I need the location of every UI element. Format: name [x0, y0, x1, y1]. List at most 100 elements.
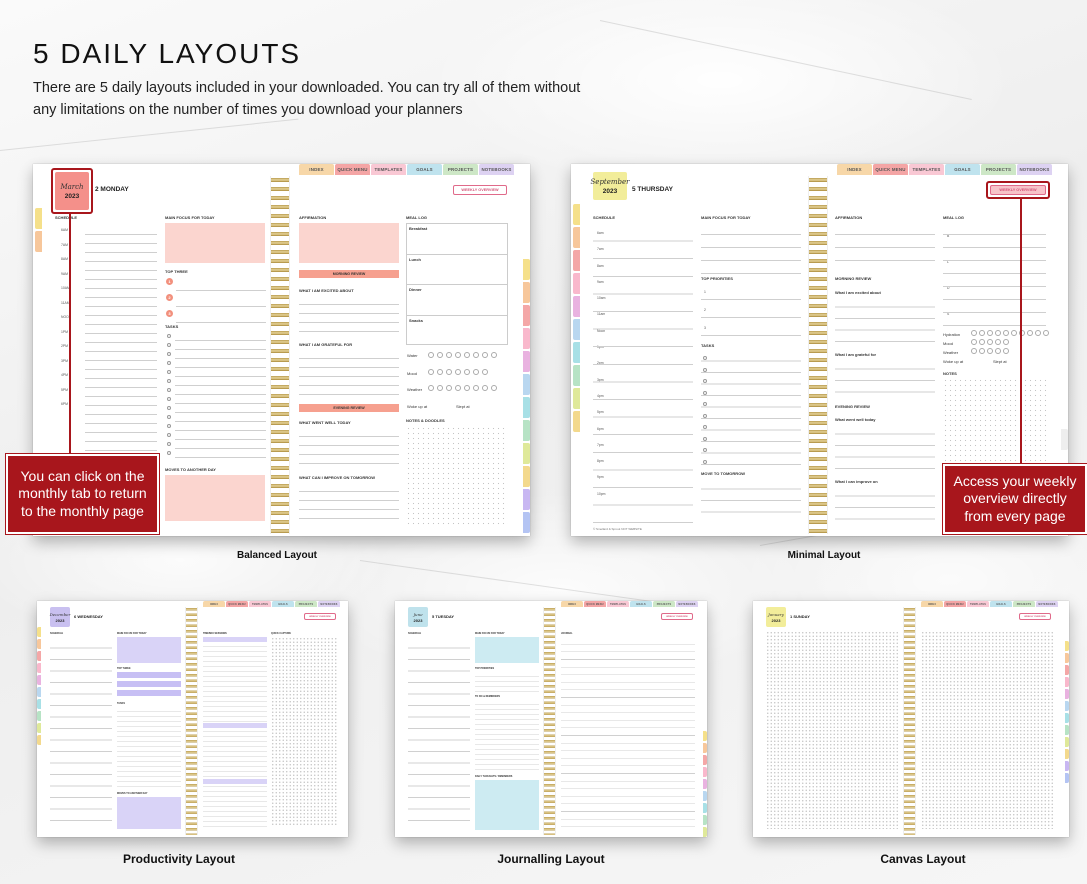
main-focus-box[interactable] — [165, 223, 265, 263]
month-tab[interactable] — [35, 231, 42, 252]
task-checkbox[interactable] — [167, 415, 171, 419]
month-tab[interactable] — [37, 663, 41, 673]
top-tab-index[interactable]: INDEX — [837, 164, 872, 175]
daily-thoughts-box[interactable] — [475, 780, 539, 830]
month-tab[interactable] — [523, 420, 530, 441]
month-tab[interactable] — [37, 687, 41, 697]
month-tab[interactable] — [573, 296, 580, 317]
task-checkbox[interactable] — [167, 397, 171, 401]
top-three-2[interactable]: 2 — [166, 294, 173, 301]
quick-capture-dot-grid[interactable] — [271, 637, 337, 827]
top-tab-projects[interactable]: PROJECTS — [1013, 601, 1035, 607]
weekly-overview-button[interactable]: WEEKLY OVERVIEW — [661, 613, 693, 620]
month-tab[interactable] — [1061, 429, 1068, 450]
weather-tracker[interactable] — [971, 348, 1009, 354]
month-tab[interactable] — [703, 779, 707, 789]
main-focus-box[interactable] — [475, 637, 539, 663]
month-tab-badge[interactable]: December 2023 — [50, 607, 70, 627]
top-tab-notebooks[interactable]: NOTEBOOKS — [1017, 164, 1052, 175]
month-tab[interactable] — [1065, 701, 1069, 711]
month-tab[interactable] — [573, 227, 580, 248]
month-tab[interactable] — [523, 443, 530, 464]
month-tab[interactable] — [703, 767, 707, 777]
hydration-tracker[interactable] — [971, 330, 1049, 336]
moves-box[interactable] — [165, 475, 265, 521]
task-checkbox[interactable] — [167, 442, 171, 446]
month-tab[interactable] — [703, 743, 707, 753]
top-tab-notebooks[interactable]: NOTEBOOKS — [1036, 601, 1058, 607]
top-tab-notebooks[interactable]: NOTEBOOKS — [479, 164, 514, 175]
month-tab[interactable] — [523, 374, 530, 395]
affirmation-box[interactable] — [299, 223, 399, 263]
top-tab-index[interactable]: INDEX — [921, 601, 943, 607]
top-tab-quick-menu[interactable]: QUICK MENU — [226, 601, 248, 607]
month-tab[interactable] — [523, 282, 530, 303]
month-tab[interactable] — [573, 273, 580, 294]
top-tab-index[interactable]: INDEX — [299, 164, 334, 175]
month-tab[interactable] — [37, 627, 41, 637]
month-tab[interactable] — [573, 250, 580, 271]
top-tab-templates[interactable]: TEMPLATES — [371, 164, 406, 175]
month-tab[interactable] — [573, 342, 580, 363]
task-checkboxes[interactable] — [167, 334, 171, 455]
task-checkbox[interactable] — [167, 406, 171, 410]
task-checkbox[interactable] — [167, 361, 171, 365]
top-tab-projects[interactable]: PROJECTS — [295, 601, 317, 607]
month-tab[interactable] — [703, 815, 707, 825]
top-tab-projects[interactable]: PROJECTS — [981, 164, 1016, 175]
top-three-1[interactable]: 1 — [166, 278, 173, 285]
month-tab[interactable] — [1065, 713, 1069, 723]
month-tab[interactable] — [523, 397, 530, 418]
month-tab[interactable] — [1065, 665, 1069, 675]
main-focus-box[interactable] — [117, 637, 181, 663]
weekly-overview-button[interactable]: WEEKLY OVERVIEW — [1019, 613, 1051, 620]
month-tab[interactable] — [1065, 737, 1069, 747]
month-tab[interactable] — [703, 803, 707, 813]
top-tab-quick-menu[interactable]: QUICK MENU — [335, 164, 370, 175]
month-tab[interactable] — [37, 735, 41, 745]
top-three-3[interactable]: 3 — [166, 310, 173, 317]
month-tab[interactable] — [37, 639, 41, 649]
weather-tracker[interactable] — [428, 385, 497, 391]
month-tab[interactable] — [37, 651, 41, 661]
notes-dot-grid[interactable] — [406, 426, 508, 526]
top-tab-index[interactable]: INDEX — [203, 601, 225, 607]
top-tab-goals[interactable]: GOALS — [272, 601, 294, 607]
month-tab-badge[interactable]: September 2023 — [591, 172, 630, 200]
month-tab[interactable] — [523, 489, 530, 510]
month-tab[interactable] — [523, 351, 530, 372]
top-tab-templates[interactable]: TEMPLATES — [909, 164, 944, 175]
weekly-overview-button[interactable]: WEEKLY OVERVIEW — [453, 185, 507, 195]
top-tab-notebooks[interactable]: NOTEBOOKS — [318, 601, 340, 607]
month-tab[interactable] — [573, 411, 580, 432]
canvas-dot-grid-right[interactable] — [921, 631, 1055, 829]
top-tab-index[interactable]: INDEX — [561, 601, 583, 607]
month-tab[interactable] — [573, 388, 580, 409]
month-tab[interactable] — [703, 755, 707, 765]
top-tab-notebooks[interactable]: NOTEBOOKS — [676, 601, 698, 607]
month-tab[interactable] — [703, 731, 707, 741]
month-tab[interactable] — [1065, 761, 1069, 771]
task-checkbox[interactable] — [167, 370, 171, 374]
task-checkbox[interactable] — [167, 388, 171, 392]
top-tab-quick-menu[interactable]: QUICK MENU — [873, 164, 908, 175]
top-tab-quick-menu[interactable]: QUICK MENU — [944, 601, 966, 607]
month-tab[interactable] — [703, 791, 707, 801]
month-tab[interactable] — [1065, 689, 1069, 699]
month-tab[interactable] — [523, 328, 530, 349]
top-tab-projects[interactable]: PROJECTS — [443, 164, 478, 175]
month-tab[interactable] — [573, 204, 580, 225]
top-tab-goals[interactable]: GOALS — [630, 601, 652, 607]
month-tab-badge[interactable]: June 2023 — [408, 607, 428, 627]
top-tab-templates[interactable]: TEMPLATES — [249, 601, 271, 607]
month-tab[interactable] — [573, 319, 580, 340]
canvas-dot-grid-left[interactable] — [766, 631, 899, 829]
task-checkbox[interactable] — [167, 424, 171, 428]
month-tab[interactable] — [523, 305, 530, 326]
month-tab[interactable] — [523, 259, 530, 280]
month-tab[interactable] — [1065, 725, 1069, 735]
task-checkbox[interactable] — [167, 433, 171, 437]
top-tab-goals[interactable]: GOALS — [407, 164, 442, 175]
month-tab[interactable] — [37, 699, 41, 709]
month-tab-badge[interactable]: January 2023 — [766, 607, 786, 627]
